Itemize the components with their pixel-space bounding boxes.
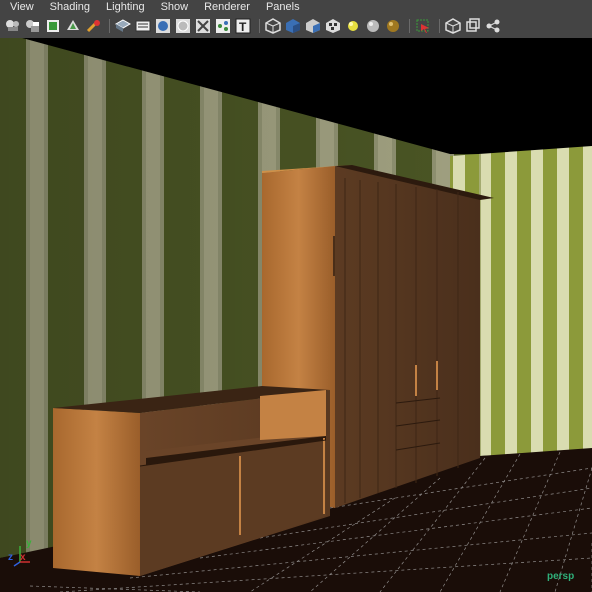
image-plane-icon[interactable] [44, 17, 62, 35]
smooth-shade-icon[interactable] [134, 17, 152, 35]
default-light-icon[interactable] [364, 17, 382, 35]
menu-renderer[interactable]: Renderer [194, 0, 256, 14]
axis-x-label: x [20, 552, 26, 563]
menu-lighting[interactable]: Lighting [96, 0, 151, 14]
default-material-icon[interactable] [154, 17, 172, 35]
camera-bookmark-icon[interactable] [24, 17, 42, 35]
menu-show[interactable]: Show [151, 0, 195, 14]
axis-y-label: y [26, 538, 32, 549]
svg-text:T: T [239, 20, 247, 34]
xray-components-icon[interactable] [214, 17, 232, 35]
film-gate-icon[interactable] [464, 17, 482, 35]
two-d-pan-zoom-icon[interactable] [64, 17, 82, 35]
field-chart-icon[interactable] [484, 17, 502, 35]
maya-viewport-panel: View Shading Lighting Show Renderer Pane… [0, 0, 592, 592]
camera-name-label: persp [547, 571, 575, 582]
panel-menu-bar: View Shading Lighting Show Renderer Pane… [0, 0, 592, 14]
toolbar-separator [257, 17, 261, 35]
camera-attributes-icon[interactable] [4, 17, 22, 35]
shadows-icon[interactable] [304, 17, 322, 35]
use-default-material-icon[interactable] [284, 17, 302, 35]
3d-viewport[interactable]: y x z persp [0, 38, 592, 592]
axis-z-label: z [8, 552, 13, 563]
isolate-select-icon[interactable] [414, 17, 432, 35]
toolbar-separator [407, 17, 411, 35]
view-axis-gizmo: y x z [6, 538, 36, 568]
all-lights-icon[interactable] [384, 17, 402, 35]
grease-pencil-icon[interactable] [84, 17, 102, 35]
toolbar-separator [437, 17, 441, 35]
menu-panels[interactable]: Panels [256, 0, 306, 14]
resolution-gate-icon[interactable] [444, 17, 462, 35]
use-lights-icon[interactable] [344, 17, 362, 35]
xray-joints-icon[interactable] [194, 17, 212, 35]
wireframe-on-shaded-icon[interactable] [264, 17, 282, 35]
panel-toolbar: T [0, 14, 592, 38]
scene-render [0, 38, 592, 592]
checker-icon[interactable] [324, 17, 342, 35]
textured-icon[interactable]: T [234, 17, 252, 35]
toolbar-separator [107, 17, 111, 35]
menu-view[interactable]: View [0, 0, 40, 14]
menu-shading[interactable]: Shading [40, 0, 96, 14]
wireframe-icon[interactable] [114, 17, 132, 35]
xray-icon[interactable] [174, 17, 192, 35]
